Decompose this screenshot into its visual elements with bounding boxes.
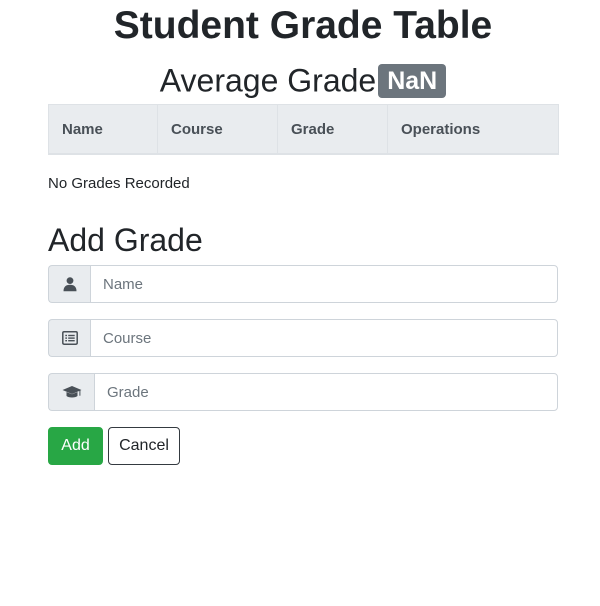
add-grade-title: Add Grade <box>48 222 203 258</box>
course-input-group <box>48 319 558 357</box>
cancel-button[interactable]: Cancel <box>108 427 180 465</box>
user-icon <box>48 265 90 303</box>
page-title: Student Grade Table <box>113 4 493 47</box>
page: Student Grade Table Average Grade NaN Nam… <box>0 0 600 606</box>
column-header-name: Name <box>48 104 158 155</box>
table-header-row: Name Course Grade Operations <box>48 104 559 155</box>
empty-table-message: No Grades Recorded <box>48 175 190 192</box>
course-input[interactable] <box>90 319 558 357</box>
add-button[interactable]: Add <box>48 427 103 465</box>
average-grade-label: Average Grade <box>159 62 377 99</box>
grade-input-group <box>48 373 558 411</box>
name-input[interactable] <box>90 265 558 303</box>
average-grade-badge: NaN <box>378 63 447 98</box>
list-icon <box>48 319 90 357</box>
column-header-operations: Operations <box>387 104 559 155</box>
grade-input[interactable] <box>94 373 558 411</box>
graduation-cap-icon <box>48 373 94 411</box>
column-header-course: Course <box>157 104 278 155</box>
column-header-grade: Grade <box>277 104 388 155</box>
grade-table: Name Course Grade Operations <box>48 104 559 155</box>
name-input-group <box>48 265 558 303</box>
average-grade-heading: Average Grade NaN <box>0 58 600 101</box>
